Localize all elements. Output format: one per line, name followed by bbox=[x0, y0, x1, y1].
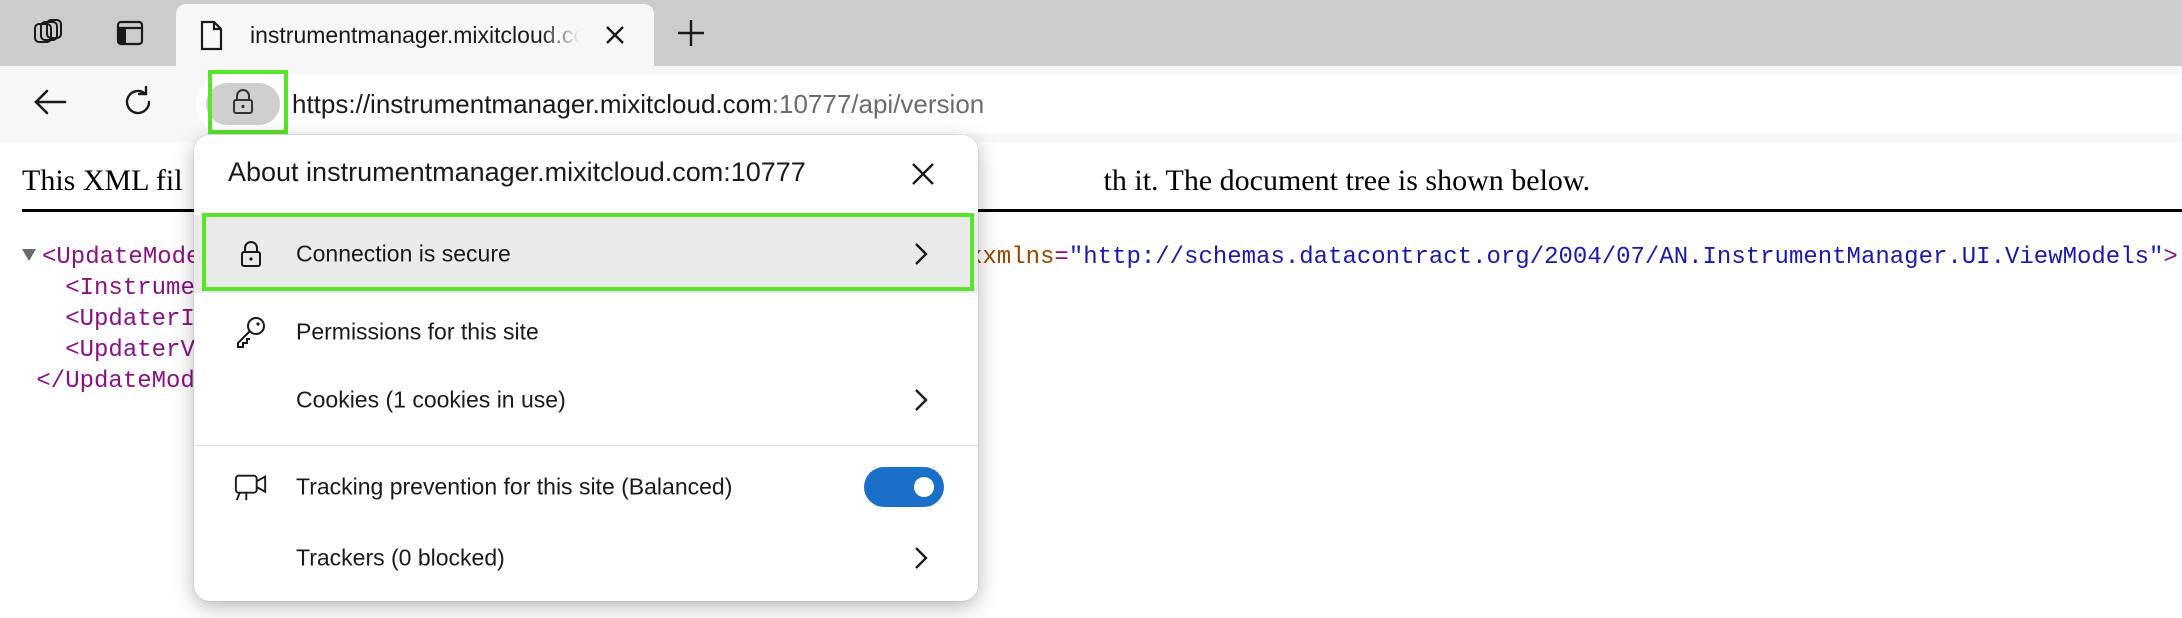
tab-strip: instrumentmanager.mixitcloud.com:10777/a… bbox=[0, 0, 2182, 66]
tracking-prevention-label: Tracking prevention for this site (Balan… bbox=[296, 473, 733, 500]
popup-divider bbox=[194, 445, 978, 446]
namespace-close: > bbox=[2163, 244, 2178, 271]
connection-secure-highlight bbox=[202, 213, 974, 291]
xml-info-message-end: th it. The document tree is shown below. bbox=[1103, 164, 1591, 197]
popup-title: About instrumentmanager.mixitcloud.com:1… bbox=[228, 157, 806, 187]
xml-line: <Instrume bbox=[65, 275, 195, 302]
xml-tree: <UpdateMode <Instrume <UpdaterI <Updater… bbox=[22, 242, 200, 397]
cookies-item[interactable]: Cookies (1 cookies in use) bbox=[194, 367, 978, 433]
xml-info-message-start: This XML fil bbox=[22, 164, 183, 197]
back-button[interactable] bbox=[24, 78, 76, 130]
tab-title: instrumentmanager.mixitcloud.com:10777/a… bbox=[250, 22, 580, 48]
tracking-prevention-item: Tracking prevention for this site (Balan… bbox=[194, 449, 978, 525]
chevron-right-icon bbox=[910, 543, 932, 573]
url-text[interactable]: https://instrumentmanager.mixitcloud.com… bbox=[292, 74, 984, 134]
new-tab-icon bbox=[675, 17, 707, 54]
permissions-label: Permissions for this site bbox=[296, 318, 539, 345]
lock-button-highlight bbox=[208, 70, 288, 134]
namespace-attr: xmlns bbox=[982, 244, 1055, 271]
refresh-icon bbox=[121, 85, 155, 124]
workspaces-icon bbox=[31, 16, 65, 55]
collapse-triangle-icon[interactable] bbox=[22, 249, 36, 261]
site-info-popup: About instrumentmanager.mixitcloud.com:1… bbox=[194, 135, 978, 601]
trackers-item[interactable]: Trackers (0 blocked) bbox=[194, 525, 978, 591]
xml-line: <UpdaterV bbox=[65, 337, 195, 364]
permissions-item[interactable]: Permissions for this site bbox=[194, 297, 978, 367]
url-host: https://instrumentmanager.mixitcloud.com bbox=[292, 89, 772, 119]
tab-close-button[interactable] bbox=[600, 22, 630, 52]
popup-close-button[interactable] bbox=[902, 155, 944, 197]
address-bar[interactable]: https://instrumentmanager.mixitcloud.com… bbox=[196, 74, 2182, 134]
xml-line: <UpdateMode bbox=[42, 244, 201, 271]
browser-toolbar: https://instrumentmanager.mixitcloud.com… bbox=[0, 66, 2182, 142]
chevron-right-icon bbox=[910, 385, 932, 415]
xml-line: </UpdateMod bbox=[36, 368, 195, 395]
refresh-button[interactable] bbox=[112, 78, 164, 130]
active-tab[interactable]: instrumentmanager.mixitcloud.com:10777/a… bbox=[176, 4, 654, 66]
tracking-prevention-toggle[interactable] bbox=[864, 467, 944, 507]
toggle-knob bbox=[914, 477, 934, 497]
xml-namespace: xxmlns="http://schemas.datacontract.org/… bbox=[968, 242, 2178, 273]
new-tab-button[interactable] bbox=[668, 12, 714, 58]
workspaces-button[interactable] bbox=[20, 12, 76, 58]
tracking-prevention-icon bbox=[234, 470, 268, 504]
namespace-value: "http://schemas.datacontract.org/2004/07… bbox=[1068, 244, 2164, 271]
cookies-label: Cookies (1 cookies in use) bbox=[296, 386, 566, 413]
xml-line: <UpdaterI bbox=[65, 306, 195, 333]
url-path: :10777/api/version bbox=[771, 89, 985, 119]
trackers-label: Trackers (0 blocked) bbox=[296, 544, 505, 571]
vertical-tabs-icon bbox=[114, 17, 146, 54]
vertical-tabs-button[interactable] bbox=[102, 12, 158, 58]
close-icon bbox=[604, 24, 626, 51]
key-icon bbox=[234, 315, 268, 349]
back-icon bbox=[32, 87, 68, 122]
document-icon bbox=[198, 20, 224, 57]
close-icon bbox=[910, 161, 936, 192]
